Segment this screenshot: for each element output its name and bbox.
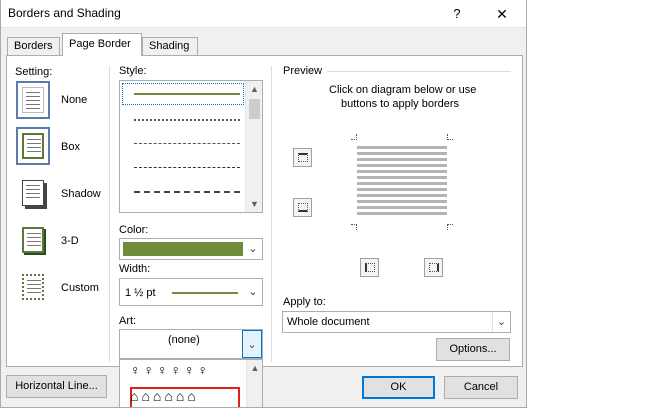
setting-none-icon[interactable] [16,81,50,119]
setting-box-label[interactable]: Box [61,141,80,153]
color-label: Color: [119,224,149,236]
scroll-up-icon[interactable]: ▲ [247,360,262,376]
style-scrollbar[interactable]: ▲ ▼ [245,81,262,212]
tab-shading[interactable]: Shading [142,37,198,55]
preview-label: Preview [283,65,323,77]
setting-custom-icon[interactable] [16,268,50,306]
preview-hint-line1: Click on diagram below or use [329,84,477,96]
chevron-down-icon[interactable]: ⌄ [244,279,262,305]
preview-hint-line2: buttons to apply borders [341,98,460,110]
bottom-border-button[interactable] [293,198,312,217]
scroll-down-icon[interactable]: ▼ [246,196,263,212]
cancel-button[interactable]: Cancel [444,376,518,399]
art-dropdown[interactable]: (none) ⌄ [119,329,263,359]
setting-custom-label[interactable]: Custom [61,282,99,294]
top-border-button[interactable] [293,148,312,167]
corner-mark [447,224,453,230]
corner-mark [447,134,453,140]
tab-page-border[interactable]: Page Border [62,33,142,56]
scroll-up-icon[interactable]: ▲ [246,81,263,97]
style-dotted-line[interactable] [134,119,240,121]
separator [327,71,511,72]
color-dropdown[interactable]: ⌄ [119,238,263,260]
borders-shading-dialog: Borders and Shading ? ✕ Borders Page Bor… [0,0,527,408]
setting-3d-label[interactable]: 3-D [61,235,79,247]
style-dash-dot-line[interactable] [134,191,240,193]
preview-diagram[interactable] [351,134,453,230]
setting-none-label[interactable]: None [61,94,87,106]
tab-borders-label: Borders [14,40,53,52]
width-line-sample [172,292,238,294]
art-label: Art: [119,315,137,327]
tab-page-border-label: Page Border [69,38,131,50]
close-button[interactable]: ✕ [487,4,517,24]
art-row-people[interactable]: ♀♀♀♀♀♀ [130,362,211,378]
right-border-button[interactable] [424,258,443,277]
preview-text-lines [357,146,447,216]
setting-3d-icon[interactable] [16,221,50,259]
style-list[interactable]: ▲ ▼ [119,80,263,213]
corner-mark [351,224,357,230]
chevron-down-icon[interactable]: ⌄ [244,239,262,259]
width-dropdown[interactable]: 1 ½ pt ⌄ [119,278,263,306]
art-list[interactable]: ♀♀♀♀♀♀ ⌂⌂⌂⌂⌂⌂ ▲ [119,359,263,407]
style-label: Style: [119,65,147,77]
tab-borders[interactable]: Borders [7,37,60,55]
tab-shading-label: Shading [149,40,190,52]
title-bar: Borders and Shading ? ✕ [1,0,526,28]
scroll-thumb[interactable] [249,99,260,119]
style-solid-line[interactable] [134,93,240,95]
art-row-houses[interactable]: ⌂⌂⌂⌂⌂⌂ [130,388,199,404]
chevron-down-icon[interactable]: ⌄ [492,312,510,332]
help-button[interactable]: ? [445,4,469,24]
style-dashed-line[interactable] [134,143,240,144]
corner-mark [351,134,357,140]
width-label: Width: [119,263,151,275]
art-value: (none) [168,334,200,346]
color-swatch [123,242,243,256]
width-value: 1 ½ pt [125,287,156,299]
apply-to-dropdown[interactable]: Whole document ⌄ [282,311,511,333]
apply-to-value: Whole document [287,316,370,328]
setting-shadow-label[interactable]: Shadow [61,188,101,200]
left-border-button[interactable] [360,258,379,277]
dialog-title: Borders and Shading [8,6,121,20]
chevron-down-icon[interactable]: ⌄ [242,330,262,358]
setting-shadow-icon[interactable] [16,174,50,212]
horizontal-line-button[interactable]: Horizontal Line... [6,375,107,398]
ok-button[interactable]: OK [362,376,435,399]
apply-to-label: Apply to: [283,296,326,308]
separator [271,66,272,362]
style-long-dash-line[interactable] [134,167,240,168]
options-button[interactable]: Options... [436,338,510,361]
separator [109,66,110,362]
art-scrollbar[interactable]: ▲ [246,360,262,407]
setting-label: Setting: [15,66,53,78]
setting-box-icon[interactable] [16,127,50,165]
